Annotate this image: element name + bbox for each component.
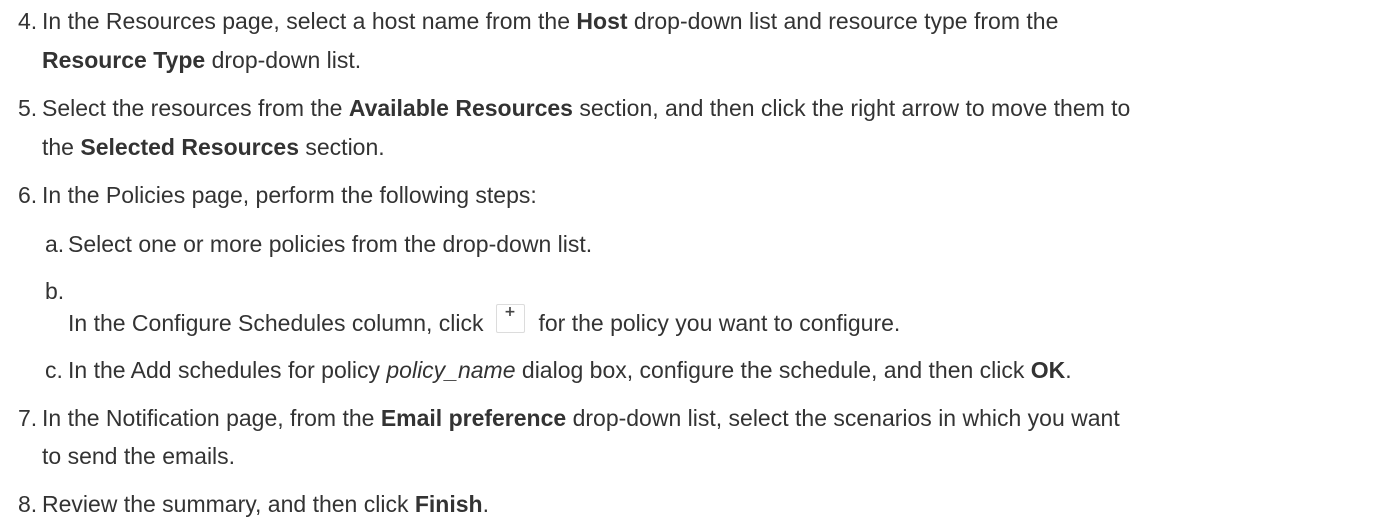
ui-term-host: Host (576, 8, 628, 34)
step-text-line-2: to send the emails. (42, 443, 236, 469)
ui-term-selected-resources: Selected Resources (80, 134, 299, 160)
step-text-line-1: In the Notification page, from the Email… (42, 405, 1120, 431)
substep-text: Select one or more policies from the dro… (68, 231, 593, 257)
step-text-line-1: Select the resources from the Available … (42, 95, 1131, 121)
step-text: In the Policies page, perform the follow… (42, 182, 537, 208)
ui-term-resource-type: Resource Type (42, 47, 206, 73)
step-text-line-2: the Selected Resources section. (42, 134, 385, 160)
step-text-line-2: Resource Type drop-down list. (42, 47, 362, 73)
ui-term-available-resources: Available Resources (348, 95, 573, 121)
ui-term-finish: Finish (414, 491, 483, 517)
substep-text: In the Add schedules for policy policy_n… (68, 357, 1072, 383)
ui-term-ok: OK (1030, 357, 1066, 383)
substep-text: In the Configure Schedules column, click… (68, 304, 901, 336)
procedure-steps: 4. In the Resources page, select a host … (0, 0, 1382, 520)
step-text-line-1: In the Resources page, select a host nam… (42, 8, 1059, 34)
ui-term-email-preference: Email preference (380, 405, 567, 431)
placeholder-policy-name: policy_name (386, 357, 516, 383)
plus-icon: + (495, 304, 525, 333)
step-text: Review the summary, and then click Finis… (42, 491, 489, 517)
